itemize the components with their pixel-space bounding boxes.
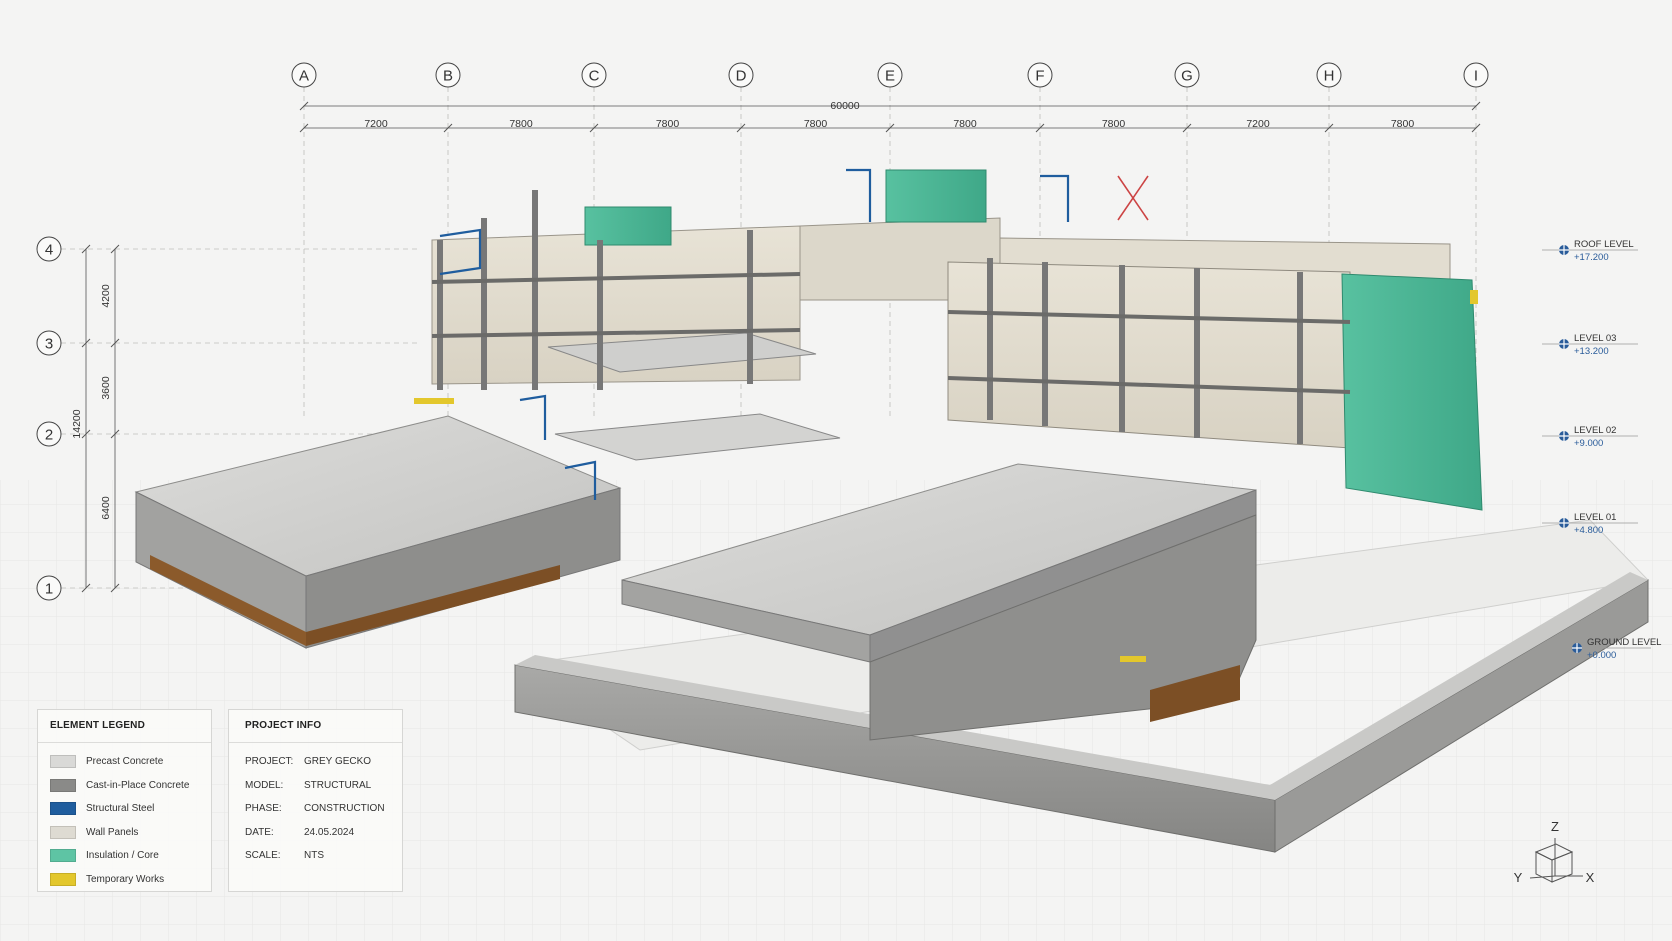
column-label-c: C (589, 68, 600, 85)
column-label-e: E (885, 68, 895, 85)
project-info-value: CONSTRUCTION (304, 803, 385, 815)
legend-item: Cast-in-Place Concrete (38, 774, 211, 798)
legend-item: Wall Panels (38, 821, 211, 845)
column-label-b: B (443, 68, 453, 85)
grid-spacing-label: 7200 (364, 118, 388, 130)
grid-spacing-label: 7800 (804, 118, 828, 130)
project-info-key: PROJECT: (245, 756, 294, 768)
level-elevation: +0.000 (1587, 650, 1616, 661)
level-name: LEVEL 03 (1574, 333, 1616, 344)
project-info-row: MODEL: STRUCTURAL (229, 774, 402, 798)
legend-item: Temporary Works (38, 868, 211, 892)
grid-spacing-label: 7200 (1246, 118, 1270, 130)
project-info-row: PHASE: CONSTRUCTION (229, 797, 402, 821)
level-name: LEVEL 02 (1574, 425, 1616, 436)
legend-label: Cast-in-Place Concrete (86, 779, 190, 791)
level-elevation: +13.200 (1574, 346, 1609, 357)
project-info-key: SCALE: (245, 850, 281, 862)
vertical-dimension-2: 3600 (100, 376, 112, 400)
column-label-f: F (1035, 68, 1044, 85)
legend-swatch (50, 849, 76, 863)
project-info-value: STRUCTURAL (304, 779, 372, 791)
project-info-value: 24.05.2024 (304, 826, 355, 838)
column-label-h: H (1324, 68, 1335, 85)
project-info-value: GREY GECKO (304, 756, 372, 768)
level-name: LEVEL 01 (1574, 512, 1616, 523)
project-info-key: PHASE: (245, 803, 282, 815)
project-info-key: MODEL: (245, 779, 284, 791)
project-info-title: PROJECT INFO (229, 710, 402, 743)
z-axis-label: Z (1551, 819, 1559, 834)
row-label-1: 1 (45, 581, 53, 598)
grid-spacing-label: 7800 (1102, 118, 1126, 130)
column-label-g: G (1181, 68, 1193, 85)
level-elevation: +17.200 (1574, 252, 1609, 263)
legend-label: Temporary Works (86, 873, 165, 885)
row-label-2: 2 (45, 427, 53, 444)
grid-spacing-label: 7800 (953, 118, 977, 130)
row-label-3: 3 (45, 336, 53, 353)
y-axis-label: Y (1514, 870, 1523, 885)
project-info-panel: PROJECT INFO PROJECT: GREY GECKO MODEL: STR… (228, 709, 403, 892)
project-info-key: DATE: (245, 826, 274, 838)
project-info-row: SCALE: NTS (229, 844, 402, 868)
project-info-row: DATE: 24.05.2024 (229, 821, 402, 845)
legend-item: Precast Concrete (38, 750, 211, 774)
legend-label: Structural Steel (86, 803, 155, 815)
grid-spacing-label: 7800 (1391, 118, 1415, 130)
legend-swatch (50, 872, 76, 886)
legend-label: Wall Panels (86, 826, 139, 838)
column-label-a: A (299, 68, 309, 85)
column-label-d: D (736, 68, 747, 85)
grid-spacing-label: 7800 (656, 118, 680, 130)
vertical-dimension-3: 6400 (100, 496, 112, 520)
row-label-4: 4 (45, 242, 53, 259)
legend-swatch (50, 825, 76, 839)
legend-label: Insulation / Core (86, 850, 159, 862)
grid-spacing-label: 7800 (509, 118, 533, 130)
vertical-dimension-1: 4200 (100, 284, 112, 308)
legend-label: Precast Concrete (86, 756, 164, 768)
element-legend-panel: ELEMENT LEGEND Precast Concrete Cast-in-P… (37, 709, 212, 892)
legend-item: Insulation / Core (38, 844, 211, 868)
level-name: GROUND LEVEL (1587, 637, 1661, 648)
project-info-value: NTS (304, 850, 324, 862)
legend-swatch (50, 755, 76, 769)
project-info-row: PROJECT: GREY GECKO (229, 750, 402, 774)
overall-dimension: 60000 (830, 100, 859, 112)
level-name: ROOF LEVEL (1574, 239, 1634, 250)
level-elevation: +4.800 (1574, 525, 1603, 536)
legend-swatch (50, 778, 76, 792)
vertical-overall-dimension: 14200 (71, 409, 83, 438)
legend-swatch (50, 802, 76, 816)
legend-title: ELEMENT LEGEND (38, 710, 211, 743)
column-label-i: I (1474, 68, 1478, 85)
level-elevation: +9.000 (1574, 438, 1603, 449)
x-axis-label: X (1586, 870, 1595, 885)
legend-item: Structural Steel (38, 797, 211, 821)
